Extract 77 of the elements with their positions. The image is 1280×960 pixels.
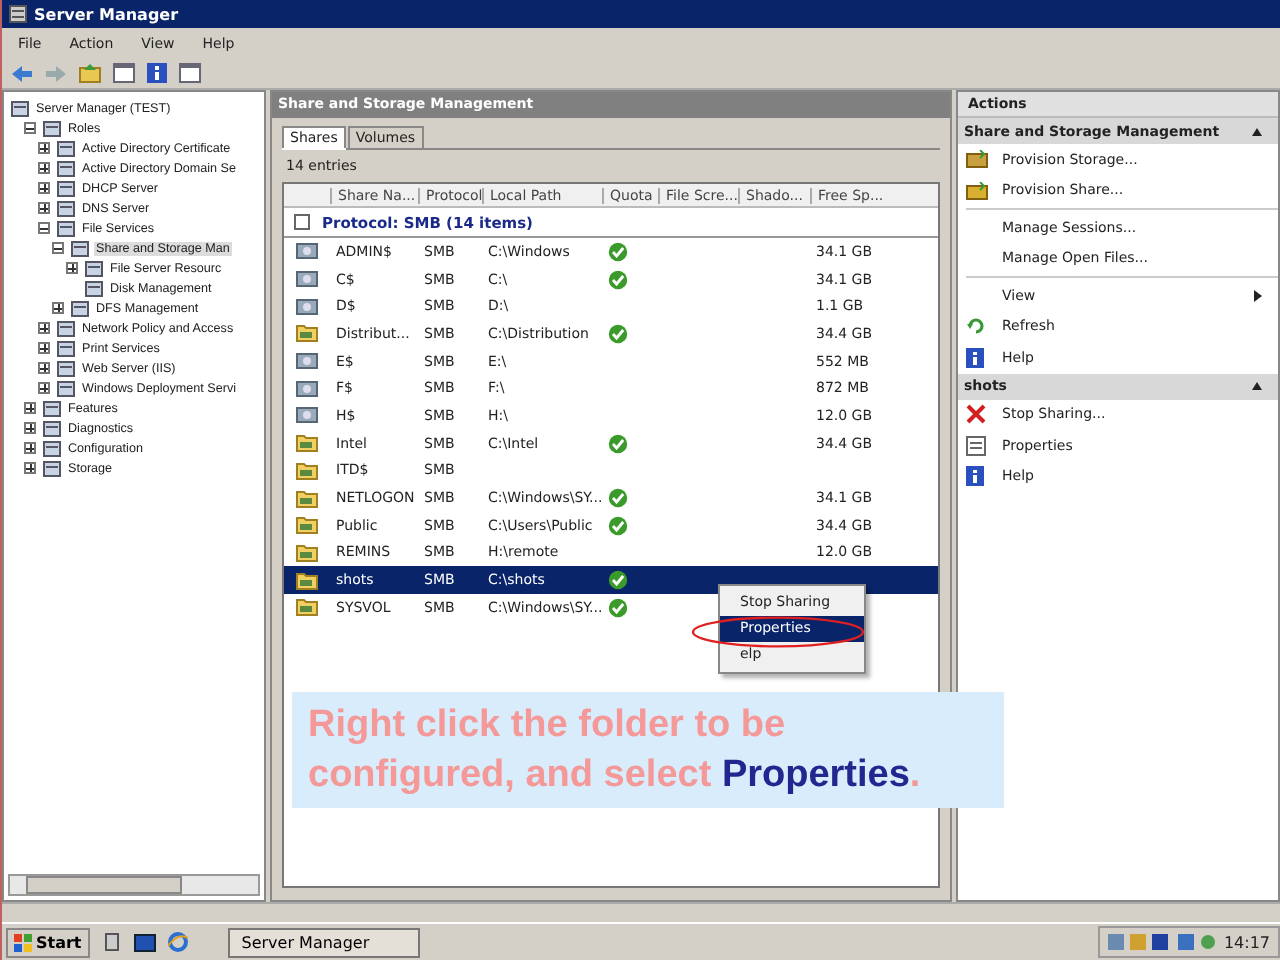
grid-icon[interactable] xyxy=(178,62,202,84)
node-icon xyxy=(56,198,76,218)
expander[interactable] xyxy=(38,362,50,374)
taskbar-button[interactable]: Server Manager xyxy=(227,927,420,957)
node-icon xyxy=(10,98,30,118)
refresh-icon xyxy=(966,316,986,337)
window-title: Server Manager xyxy=(34,5,179,23)
folder-icon xyxy=(296,434,318,453)
clock: 14:17 xyxy=(1223,933,1270,951)
provision-icon xyxy=(966,181,988,200)
node-icon xyxy=(56,138,76,158)
node-icon xyxy=(42,118,62,138)
desktop-icon[interactable] xyxy=(133,933,156,951)
x-icon xyxy=(966,404,986,425)
folder-icon xyxy=(296,516,318,535)
expander[interactable] xyxy=(38,342,50,354)
node-icon xyxy=(84,258,104,278)
share-icon xyxy=(296,406,318,425)
folder-icon xyxy=(296,461,318,480)
collapse-icon[interactable] xyxy=(1252,382,1262,390)
grid-icon[interactable] xyxy=(112,62,136,84)
submenu-arrow-icon xyxy=(1254,289,1262,302)
folder-icon xyxy=(296,489,318,508)
expander[interactable] xyxy=(24,402,36,414)
tray-icons-drawing xyxy=(1107,932,1216,952)
node-icon xyxy=(56,158,76,178)
scrollbar[interactable] xyxy=(8,874,260,896)
expander[interactable] xyxy=(52,302,64,314)
node-icon xyxy=(42,418,62,438)
expander[interactable] xyxy=(38,222,50,234)
node-icon xyxy=(84,278,104,298)
node-icon xyxy=(56,218,76,238)
browser-icon[interactable] xyxy=(167,932,188,952)
expander[interactable] xyxy=(66,262,78,274)
expander[interactable] xyxy=(52,242,64,254)
folder-icon xyxy=(296,571,318,590)
node-icon xyxy=(42,398,62,418)
expander[interactable] xyxy=(24,122,36,134)
expander[interactable] xyxy=(38,202,50,214)
expander[interactable] xyxy=(38,182,50,194)
folder-icon xyxy=(296,324,318,343)
share-icon xyxy=(296,352,318,371)
expander[interactable] xyxy=(38,382,50,394)
collapse-icon[interactable] xyxy=(1252,127,1262,135)
windows-logo-icon xyxy=(14,933,32,951)
node-icon xyxy=(56,318,76,338)
provision-icon xyxy=(966,150,988,169)
help-icon[interactable] xyxy=(146,62,168,84)
back-icon[interactable] xyxy=(10,63,34,83)
node-icon xyxy=(56,378,76,398)
share-icon xyxy=(296,379,318,398)
expander[interactable] xyxy=(38,142,50,154)
expander[interactable] xyxy=(24,422,36,434)
expander[interactable] xyxy=(24,442,36,454)
folder-icon xyxy=(296,543,318,562)
caption-text: Right click the folder to be configured, and select Properties. xyxy=(292,692,1004,808)
help-icon xyxy=(966,466,984,487)
collapse-box[interactable] xyxy=(294,214,310,230)
share-icon xyxy=(296,270,318,289)
start-button[interactable]: Start xyxy=(6,927,90,957)
node-icon xyxy=(56,178,76,198)
node-icon xyxy=(42,458,62,478)
expander[interactable] xyxy=(24,462,36,474)
share-icon xyxy=(296,242,318,261)
share-icon xyxy=(296,297,318,316)
server-icon[interactable] xyxy=(101,932,122,952)
expander[interactable] xyxy=(38,322,50,334)
help-icon xyxy=(966,347,984,368)
expander[interactable] xyxy=(38,162,50,174)
node-icon xyxy=(70,298,90,318)
node-icon xyxy=(42,438,62,458)
node-icon xyxy=(56,358,76,378)
node-icon xyxy=(56,338,76,358)
node-icon xyxy=(70,238,90,258)
folder-icon xyxy=(296,598,318,617)
server-icon xyxy=(8,4,28,24)
properties-icon xyxy=(966,435,986,456)
